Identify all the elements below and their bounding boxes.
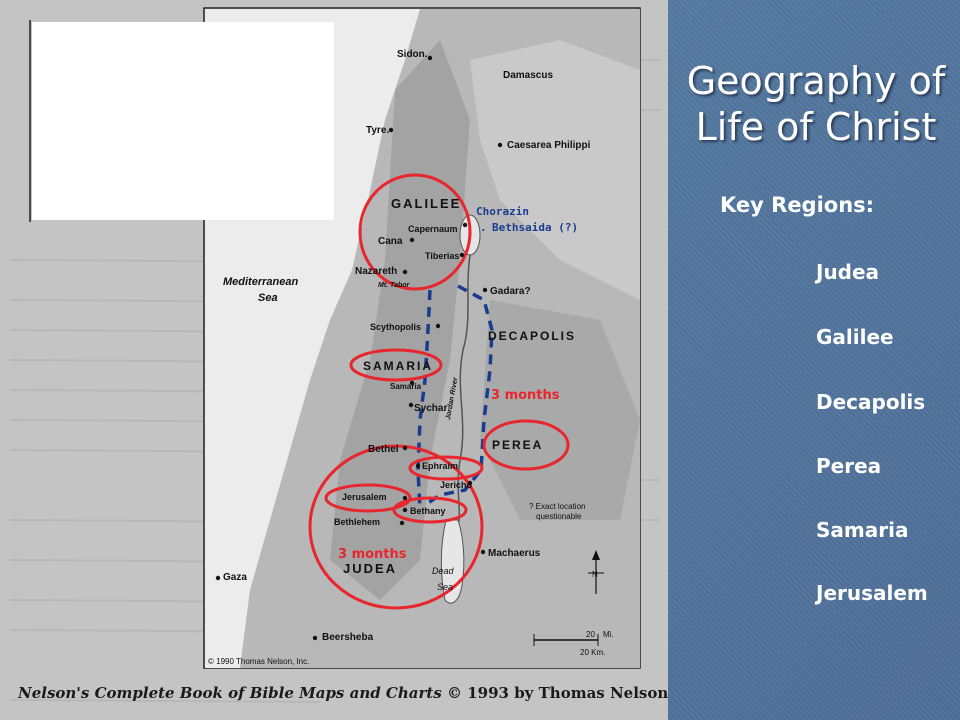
region-perea: Perea [816, 454, 882, 478]
slide-title: Geography of Life of Christ [672, 58, 960, 150]
label-samaria-region: SAMARIA [363, 359, 433, 373]
label-perea: PEREA [492, 438, 543, 452]
label-bethany: Bethany [410, 506, 446, 516]
map-image: Sidon. Damascus Tyre. Caesarea Philippi … [0, 0, 668, 720]
map-svg: Sidon. Damascus Tyre. Caesarea Philippi … [0, 0, 668, 720]
annotation-3-months-north: 3 months [491, 388, 560, 403]
label-mt-tabor: Mt. Tabor [378, 282, 411, 289]
label-caesarea-philippi: Caesarea Philippi [507, 140, 591, 151]
label-exact-location-1: ? Exact location [529, 502, 585, 511]
scale-20-mi-value: 20 [586, 630, 595, 639]
label-gaza: Gaza [223, 572, 247, 583]
scale-km: 20 Km. [580, 648, 605, 657]
label-cana: Cana [378, 236, 403, 247]
label-sea: Sea [258, 292, 278, 304]
label-decapolis: DECAPOLIS [488, 329, 576, 343]
label-chorazin: Chorazin [476, 205, 529, 218]
label-tyre: Tyre. [366, 125, 389, 136]
label-scythopolis: Scythopolis [370, 322, 421, 332]
region-jerusalem: Jerusalem [816, 581, 928, 605]
label-mediterranean: Mediterranean [223, 276, 298, 288]
north-label: N [592, 570, 598, 579]
blank-inset-box [32, 22, 334, 220]
label-machaerus: Machaerus [488, 548, 541, 559]
label-sychar: Sychar [414, 403, 447, 414]
label-gadara: Gadara? [490, 286, 531, 297]
label-nazareth: Nazareth [355, 266, 397, 277]
annotation-3-months-south: 3 months [338, 547, 407, 562]
slide-title-line2: Life of Christ [695, 105, 937, 149]
book-credit-rest: © 1993 by Thomas Nelson, Inc. [447, 684, 668, 702]
label-bethel: Bethel [368, 444, 399, 455]
label-exact-location-2: questionable [536, 512, 582, 521]
label-tiberias: Tiberias [425, 251, 459, 261]
label-samaria-city: Samaria [390, 382, 422, 391]
label-capernaum: Capernaum [408, 224, 458, 234]
region-decapolis: Decapolis [816, 390, 926, 414]
label-ephraim: Ephraim [422, 461, 458, 471]
label-galilee: GALILEE [391, 196, 461, 211]
scale-mi-unit: Mi. [603, 630, 614, 639]
label-beersheba: Beersheba [322, 632, 374, 643]
book-credit-title: Nelson's Complete Book of Bible Maps and… [18, 684, 442, 702]
label-damascus: Damascus [503, 70, 553, 81]
region-samaria: Samaria [816, 518, 909, 542]
label-jerusalem: Jerusalem [342, 492, 387, 502]
slide-title-line1: Geography of [686, 59, 946, 103]
label-bethlehem: Bethlehem [334, 517, 380, 527]
label-sidon: Sidon. [397, 49, 428, 60]
label-jericho: Jericho [440, 480, 473, 490]
label-dead: Dead [432, 566, 455, 576]
label-dead-sea: Sea [437, 582, 453, 592]
label-judea: JUDEA [343, 561, 397, 576]
key-regions-heading: Key Regions: [720, 193, 875, 217]
region-judea: Judea [816, 260, 880, 284]
region-galilee: Galilee [816, 325, 894, 349]
map-copyright: © 1990 Thomas Nelson, Inc. [208, 657, 309, 666]
label-bethsaida-dot: . [480, 221, 487, 234]
book-credit: Nelson's Complete Book of Bible Maps and… [18, 684, 668, 702]
label-bethsaida: Bethsaida (?) [492, 221, 578, 234]
